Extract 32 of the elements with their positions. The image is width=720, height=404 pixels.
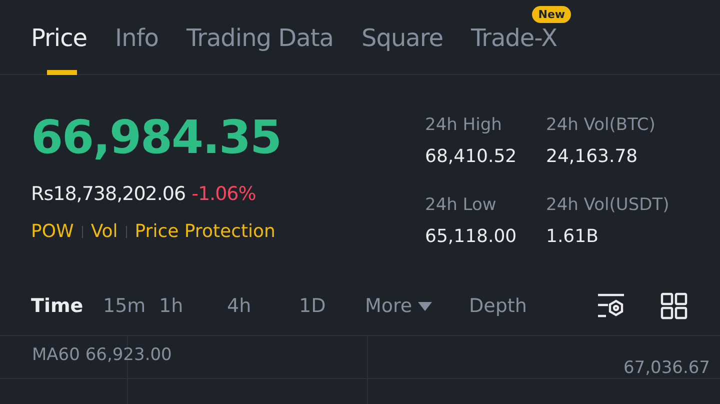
interval-tab[interactable]: Time bbox=[31, 295, 84, 317]
tab[interactable]: Price bbox=[31, 26, 88, 50]
converted-price: Rs18,738,202.06 bbox=[31, 183, 186, 205]
grid-icon[interactable] bbox=[660, 292, 688, 320]
last-price: 66,984.35 bbox=[31, 109, 282, 165]
stat-label: 24h Low bbox=[425, 195, 498, 215]
stat-value: 65,118.00 bbox=[425, 226, 518, 247]
caret-icon bbox=[418, 302, 432, 310]
tag-link[interactable]: Vol bbox=[90, 221, 118, 242]
stat-label: 24h Vol(USDT) bbox=[546, 195, 670, 215]
interval-tab[interactable]: 1D bbox=[299, 295, 326, 317]
tag-link[interactable]: POW bbox=[31, 221, 74, 242]
stat-value: 24,163.78 bbox=[546, 146, 639, 167]
interval-tab[interactable]: 4h bbox=[227, 295, 252, 317]
tab[interactable]: Square bbox=[361, 26, 443, 50]
indicator-label: MA60 66,923.00 bbox=[32, 345, 172, 365]
stat-value: 68,410.52 bbox=[425, 146, 518, 167]
tab-indicator bbox=[47, 70, 77, 75]
tab[interactable]: Trading Data bbox=[186, 26, 334, 50]
tab[interactable]: Trade-X bbox=[470, 26, 558, 50]
interval-tab[interactable]: Depth bbox=[469, 295, 527, 317]
tag-link[interactable]: Price Protection bbox=[134, 221, 276, 242]
stat-label: 24h High bbox=[425, 115, 503, 135]
interval-tab[interactable]: 15m bbox=[103, 295, 146, 317]
price-change: -1.06% bbox=[192, 183, 256, 205]
stat-value: 1.61B bbox=[546, 226, 600, 247]
interval-tab[interactable]: 1h bbox=[159, 295, 184, 317]
tab[interactable]: Info bbox=[115, 26, 158, 50]
price-axis-label: 67,036.67 bbox=[623, 358, 710, 378]
stat-label: 24h Vol(BTC) bbox=[546, 115, 656, 135]
interval-tab[interactable]: More bbox=[365, 295, 432, 317]
new-badge: New bbox=[532, 6, 572, 23]
